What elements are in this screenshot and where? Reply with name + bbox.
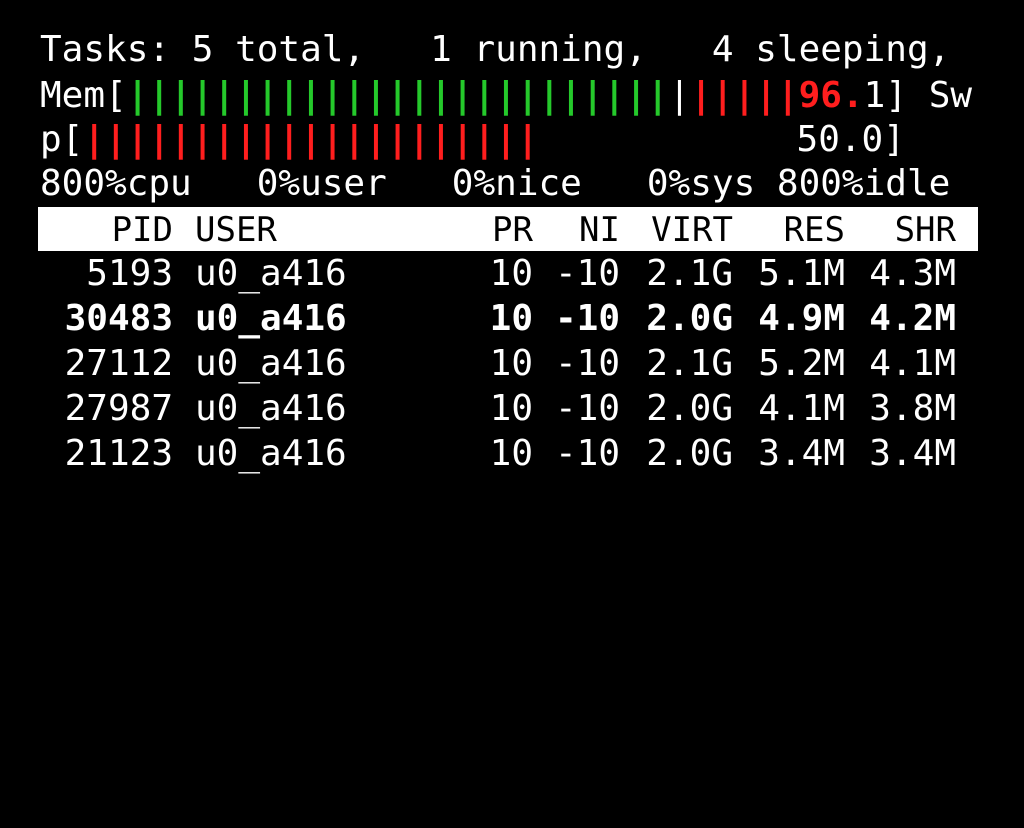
- terminal-screen: Tasks: 5 total, 1 running, 4 sleeping, M…: [0, 0, 1024, 580]
- header-shr[interactable]: SHR: [845, 207, 956, 253]
- swap-label: p[: [40, 119, 84, 160]
- shr-cell: 3.4M: [869, 433, 956, 474]
- tasks-summary: Tasks: 5 total, 1 running, 4 sleeping,: [40, 29, 951, 70]
- swap-used-bars: |||||||||||||||||||||: [83, 119, 539, 160]
- ni-cell: -10: [554, 388, 620, 429]
- pid-cell: 21123: [64, 433, 173, 474]
- ni-cell: -10: [554, 343, 620, 384]
- header-ni[interactable]: NI: [533, 207, 620, 253]
- table-row[interactable]: 5193 u0_a416 10 -10 2.1G 5.1M 4.3M: [38, 252, 978, 296]
- header-virt[interactable]: VIRT: [620, 207, 733, 253]
- ni-cell: -10: [554, 433, 620, 474]
- virt-cell: 2.1G: [646, 343, 733, 384]
- mem-used-bars: |||||||||||||||||||||||||: [126, 75, 669, 116]
- shr-cell: 4.2M: [869, 298, 956, 339]
- virt-cell: 2.1G: [646, 253, 733, 294]
- ni-cell: -10: [554, 253, 620, 294]
- pr-cell: 10: [489, 343, 533, 384]
- swap-percent: 50.0]: [796, 119, 905, 160]
- virt-cell: 2.0G: [646, 433, 733, 474]
- user-cell: u0_a416: [195, 253, 347, 294]
- res-cell: 3.4M: [758, 433, 845, 474]
- header-pr[interactable]: PR: [458, 207, 533, 253]
- pid-cell: 27112: [64, 343, 173, 384]
- header-user[interactable]: USER: [195, 207, 455, 253]
- shr-cell: 3.8M: [869, 388, 956, 429]
- header-pid[interactable]: PID: [38, 207, 173, 253]
- shr-cell: 4.3M: [869, 253, 956, 294]
- table-row[interactable]: 27112 u0_a416 10 -10 2.1G 5.2M 4.1M: [38, 342, 978, 386]
- user-cell: u0_a416: [195, 298, 347, 339]
- swap-meter: p[||||||||||||||||||||| 50.0]: [40, 118, 905, 162]
- pr-cell: 10: [489, 298, 533, 339]
- mem-percent-frac: 1: [863, 75, 886, 116]
- pr-cell: 10: [489, 433, 533, 474]
- pid-cell: 5193: [86, 253, 173, 294]
- mem-percent-int: 96.: [798, 75, 864, 116]
- pid-cell: 27987: [64, 388, 173, 429]
- mem-buffer-bar: |: [668, 75, 691, 116]
- virt-cell: 2.0G: [646, 388, 733, 429]
- table-row[interactable]: 30483 u0_a416 10 -10 2.0G 4.9M 4.2M: [38, 297, 978, 341]
- res-cell: 4.9M: [758, 298, 845, 339]
- header-res[interactable]: RES: [733, 207, 845, 253]
- virt-cell: 2.0G: [646, 298, 733, 339]
- table-row[interactable]: 27987 u0_a416 10 -10 2.0G 4.1M 3.8M: [38, 387, 978, 431]
- table-row[interactable]: 21123 u0_a416 10 -10 2.0G 3.4M 3.4M: [38, 432, 978, 476]
- mem-close: ] Sw: [885, 75, 973, 116]
- mem-cache-bars: |||||: [690, 75, 799, 116]
- user-cell: u0_a416: [195, 343, 347, 384]
- user-cell: u0_a416: [195, 433, 347, 474]
- shr-cell: 4.1M: [869, 343, 956, 384]
- res-cell: 5.2M: [758, 343, 845, 384]
- mem-label: Mem[: [40, 75, 127, 116]
- pr-cell: 10: [489, 388, 533, 429]
- ni-cell: -10: [554, 298, 620, 339]
- memory-meter: Mem[|||||||||||||||||||||||||||||||96.1]…: [40, 74, 972, 118]
- user-cell: u0_a416: [195, 388, 347, 429]
- pr-cell: 10: [489, 253, 533, 294]
- pid-cell: 30483: [64, 298, 173, 339]
- process-table-header: PID USER PR NI VIRT RES SHR: [38, 207, 978, 251]
- cpu-summary: 800%cpu 0%user 0%nice 0%sys 800%idle: [40, 163, 951, 204]
- res-cell: 4.1M: [758, 388, 845, 429]
- res-cell: 5.1M: [758, 253, 845, 294]
